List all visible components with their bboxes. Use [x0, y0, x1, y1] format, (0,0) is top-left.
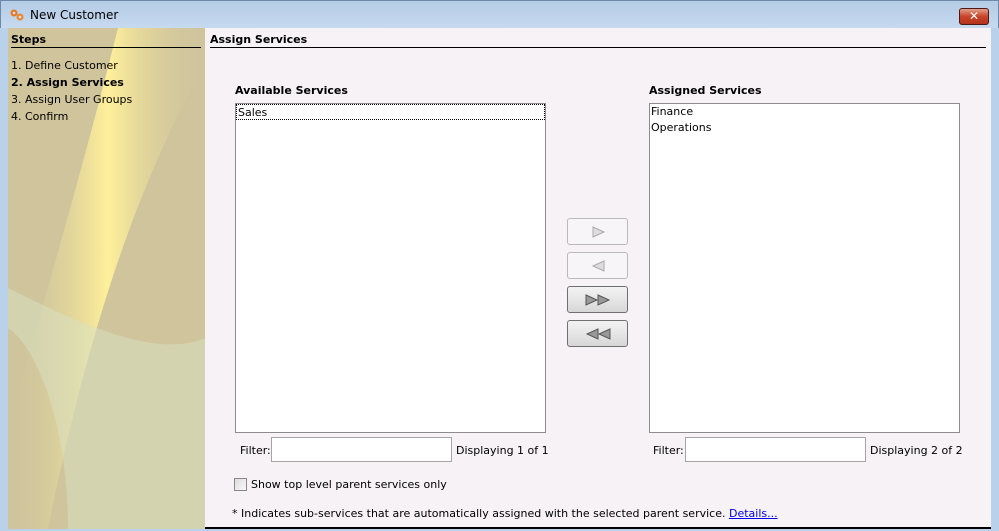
add-button[interactable] [567, 218, 628, 245]
step-confirm: 4. Confirm [11, 110, 69, 123]
remove-all-button[interactable] [567, 320, 628, 347]
available-services-list[interactable]: Sales [235, 103, 546, 433]
close-icon: ✕ [968, 9, 980, 23]
available-filter-input[interactable] [271, 437, 452, 462]
title-bar: New Customer ✕ [0, 0, 999, 28]
arrow-right-icon [592, 226, 606, 238]
step-assign-user-groups: 3. Assign User Groups [11, 93, 133, 106]
assigned-services-label: Assigned Services [649, 84, 762, 97]
list-item[interactable]: Finance [650, 104, 959, 120]
gears-icon [10, 9, 24, 21]
page-title: Assign Services [210, 33, 986, 48]
add-all-button[interactable] [567, 286, 628, 313]
top-level-only-checkbox[interactable] [234, 478, 247, 491]
checkbox-label: Show top level parent services only [251, 478, 447, 491]
double-arrow-right-icon [585, 294, 611, 306]
close-button[interactable]: ✕ [959, 8, 989, 25]
steps-heading: Steps [11, 33, 201, 48]
window-title: New Customer [30, 8, 119, 22]
step-define-customer: 1. Define Customer [11, 59, 118, 72]
arrow-left-icon [591, 260, 605, 272]
details-link[interactable]: Details... [729, 507, 778, 520]
available-count: Displaying 1 of 1 [456, 444, 549, 457]
assigned-services-list[interactable]: Finance Operations [649, 103, 960, 433]
assigned-filter-label: Filter: [653, 444, 684, 457]
available-filter-label: Filter: [240, 444, 271, 457]
assigned-count: Displaying 2 of 2 [870, 444, 963, 457]
footnote: * Indicates sub-services that are automa… [232, 507, 778, 520]
remove-button[interactable] [567, 252, 628, 279]
list-item[interactable]: Sales [236, 104, 545, 120]
list-item[interactable]: Operations [650, 120, 959, 136]
available-services-label: Available Services [235, 84, 348, 97]
steps-panel: Steps 1. Define Customer 2. Assign Servi… [8, 28, 205, 529]
assigned-filter-input[interactable] [685, 437, 866, 462]
step-assign-services: 2. Assign Services [11, 76, 124, 89]
double-arrow-left-icon [585, 328, 611, 340]
footnote-text: * Indicates sub-services that are automa… [232, 507, 726, 520]
wizard-dialog: Steps 1. Define Customer 2. Assign Servi… [8, 28, 991, 529]
